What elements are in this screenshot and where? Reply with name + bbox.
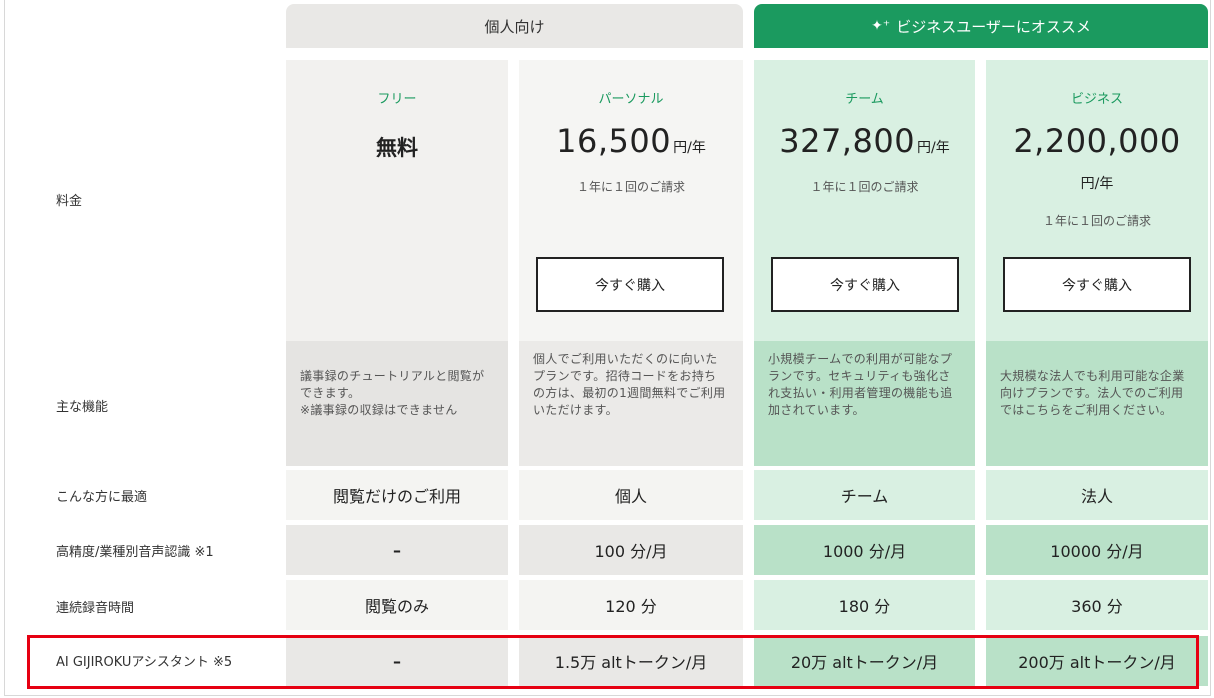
billing-note: １年に１回のご請求	[810, 180, 919, 194]
billing-note: １年に１回のご請求	[576, 180, 685, 194]
row-label-assistant: AI GIJIROKUアシスタント ※5	[56, 655, 233, 670]
plan-price-business: 2,200,000	[986, 122, 1208, 160]
plan-price-personal: 16,500 円/年	[519, 122, 743, 160]
features-personal: 個人でご利用いただくのに向いたプランです。招待コードをお持ちの方は、最初の1週間…	[519, 341, 743, 466]
best-for-business: 法人	[986, 470, 1208, 520]
plan-name-free: フリー	[377, 92, 417, 107]
plan-price-free: 無料	[376, 136, 418, 160]
group-personal-label: 個人向け	[484, 17, 545, 36]
assistant-free: –	[286, 636, 508, 686]
plan-column-business: ビジネス 2,200,000 円/年 １年に１回のご請求 今すぐ購入	[986, 60, 1208, 341]
group-header-personal: 個人向け	[286, 4, 743, 48]
recording-business: 360 分	[986, 580, 1208, 630]
plan-column-personal: パーソナル 16,500 円/年 １年に１回のご請求 今すぐ購入	[519, 60, 743, 341]
recognition-team: 1000 分/月	[754, 525, 975, 575]
features-team: 小規模チームでの利用が可能なプランです。セキュリティも強化され支払い・利用者管理…	[754, 341, 975, 466]
assistant-personal: 1.5万 altトークン/月	[519, 636, 743, 686]
plan-name-business: ビジネス	[1070, 92, 1123, 107]
recognition-personal: 100 分/月	[519, 525, 743, 575]
recording-free: 閲覧のみ	[286, 580, 508, 630]
buy-now-button-personal[interactable]: 今すぐ購入	[536, 257, 724, 312]
billing-note: １年に１回のご請求	[1042, 214, 1151, 228]
recognition-free: –	[286, 525, 508, 575]
plan-column-team: チーム 327,800 円/年 １年に１回のご請求 今すぐ購入	[754, 60, 975, 341]
best-for-team: チーム	[754, 470, 975, 520]
price-amount: 2,200,000	[1013, 122, 1181, 160]
best-for-personal: 個人	[519, 470, 743, 520]
features-business: 大規模な法人でも利用可能な企業向けプランです。法人でのご利用ではこちらをご利用く…	[986, 341, 1208, 466]
price-unit: 円/年	[917, 140, 950, 156]
price-amount: 16,500	[556, 122, 672, 160]
price-amount: 327,800	[779, 122, 916, 160]
row-label-recognition: 高精度/業種別音声認識 ※1	[56, 545, 214, 560]
plan-name-personal: パーソナル	[598, 92, 664, 107]
plan-column-free: フリー 無料	[286, 60, 508, 341]
best-for-free: 閲覧だけのご利用	[286, 470, 508, 520]
features-free: 議事録のチュートリアルと閲覧ができます。 ※議事録の収録はできません	[286, 341, 508, 466]
price-unit: 円/年	[1080, 176, 1114, 192]
assistant-business: 200万 altトークン/月	[986, 636, 1208, 686]
group-header-business: ✦⁺ ビジネスユーザーにオススメ	[754, 4, 1208, 48]
sparkle-icon: ✦⁺	[871, 18, 891, 34]
plan-name-team: チーム	[845, 92, 884, 107]
row-label-features: 主な機能	[56, 400, 109, 415]
recording-team: 180 分	[754, 580, 975, 630]
recording-personal: 120 分	[519, 580, 743, 630]
group-business-label: ビジネスユーザーにオススメ	[896, 17, 1091, 36]
buy-now-button-business[interactable]: 今すぐ購入	[1003, 257, 1191, 312]
row-label-price: 料金	[56, 194, 83, 209]
plan-price-team: 327,800 円/年	[754, 122, 975, 160]
assistant-team: 20万 altトークン/月	[754, 636, 975, 686]
price-unit: 円/年	[673, 140, 706, 156]
recognition-business: 10000 分/月	[986, 525, 1208, 575]
buy-now-button-team[interactable]: 今すぐ購入	[771, 257, 959, 312]
row-label-best-for: こんな方に最適	[56, 490, 148, 505]
row-label-recording: 連続録音時間	[56, 601, 135, 616]
